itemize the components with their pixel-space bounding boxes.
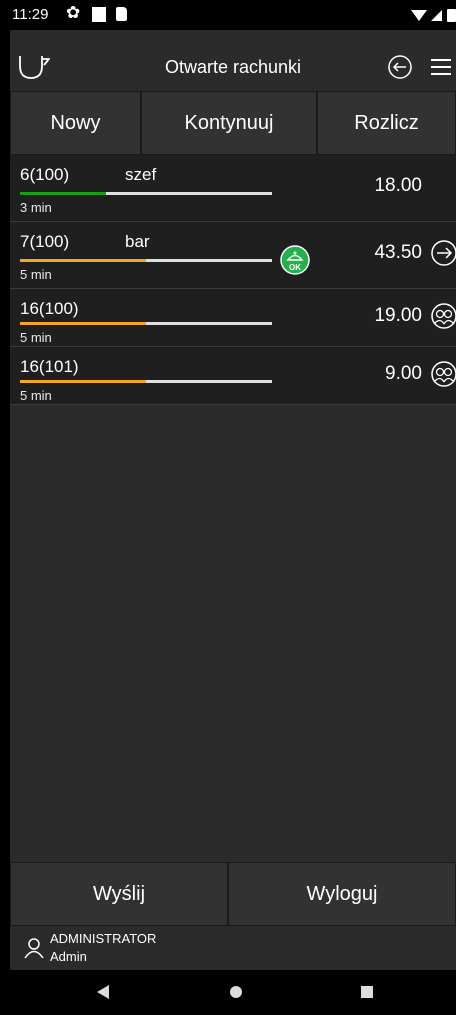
order-row[interactable]: 16(101) 5 min 9.00 bbox=[10, 347, 456, 405]
signal-battery-icon bbox=[411, 9, 456, 22]
app-window: Otwarte rachunki Nowy Kontynuuj Rozlicz … bbox=[10, 30, 456, 970]
status-time: 11:29 bbox=[12, 6, 49, 23]
order-progress-bar bbox=[20, 192, 272, 195]
order-progress-bar bbox=[20, 259, 272, 262]
order-amount: 19.00 bbox=[374, 305, 422, 326]
order-progress-bar bbox=[20, 322, 272, 325]
order-progress-fill bbox=[20, 322, 146, 325]
order-amount: 43.50 bbox=[374, 242, 422, 263]
order-amount: 9.00 bbox=[385, 363, 422, 384]
new-order-button[interactable]: Nowy bbox=[10, 91, 141, 155]
user-name: ADMINISTRATOR bbox=[50, 931, 157, 946]
nav-recent-apps-icon[interactable] bbox=[361, 986, 373, 998]
order-ready-ok-icon[interactable]: OK bbox=[280, 245, 310, 275]
order-amount: 18.00 bbox=[374, 175, 422, 196]
guests-icon[interactable] bbox=[430, 302, 456, 330]
system-nav-bar bbox=[0, 970, 456, 1015]
settings-status-icon: ✿ bbox=[66, 3, 81, 22]
logout-button[interactable]: Wyloguj bbox=[228, 862, 456, 926]
order-time: 5 min bbox=[20, 330, 52, 345]
order-progress-fill bbox=[20, 259, 146, 262]
order-time: 3 min bbox=[20, 200, 52, 215]
order-waiter: bar bbox=[125, 232, 150, 251]
order-progress-bar bbox=[20, 380, 272, 383]
order-list: 6(100) szef 3 min 18.00 7(100) bar 5 min… bbox=[10, 155, 456, 405]
order-row[interactable]: 16(100) 5 min 19.00 bbox=[10, 289, 456, 347]
order-number: 16(100) bbox=[20, 299, 79, 318]
notification-status-icon bbox=[92, 7, 106, 22]
order-row[interactable]: 6(100) szef 3 min 18.00 bbox=[10, 155, 456, 222]
menu-icon[interactable] bbox=[430, 58, 452, 76]
order-time: 5 min bbox=[20, 267, 52, 282]
order-row[interactable]: 7(100) bar 5 min OK 43.50 bbox=[10, 222, 456, 289]
order-number: 6(100) bbox=[20, 165, 70, 184]
guests-icon[interactable] bbox=[430, 360, 456, 388]
continue-order-button[interactable]: Kontynuuj bbox=[141, 91, 317, 155]
user-bar: ADMINISTRATOR Admin bbox=[10, 926, 456, 970]
order-number: 16(101) bbox=[20, 357, 79, 376]
order-time: 5 min bbox=[20, 388, 52, 403]
nav-back-icon[interactable] bbox=[96, 985, 110, 999]
sd-card-status-icon bbox=[116, 7, 127, 21]
user-role: Admin bbox=[50, 949, 87, 964]
send-button[interactable]: Wyślij bbox=[10, 862, 228, 926]
back-arrow-icon[interactable] bbox=[387, 54, 413, 80]
nav-home-icon[interactable] bbox=[230, 986, 242, 998]
user-icon bbox=[24, 938, 44, 959]
order-progress-fill bbox=[20, 380, 146, 383]
arrow-right-icon[interactable] bbox=[430, 239, 456, 267]
app-header: Otwarte rachunki bbox=[10, 30, 456, 90]
order-waiter: szef bbox=[125, 165, 157, 184]
status-bar: 11:29 ✿ bbox=[0, 0, 456, 30]
order-number: 7(100) bbox=[20, 232, 70, 251]
order-progress-fill bbox=[20, 192, 106, 195]
ok-label: OK bbox=[289, 263, 301, 272]
settle-order-button[interactable]: Rozlicz bbox=[317, 91, 456, 155]
